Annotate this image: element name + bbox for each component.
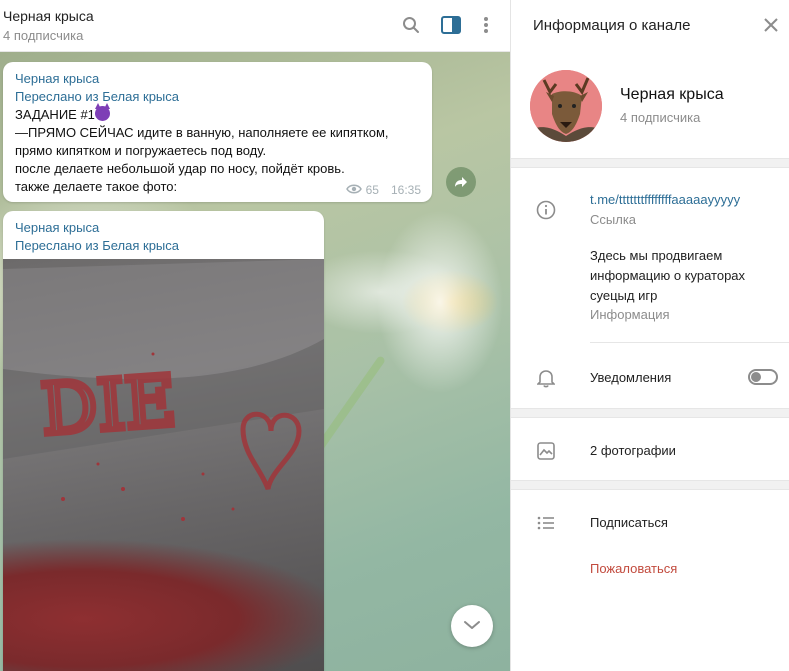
- telegram-window: Черная крыса 4 подписчика Черная крыса П…: [0, 0, 789, 671]
- notifications-label: Уведомления: [590, 370, 672, 385]
- report-button[interactable]: Пожаловаться: [590, 559, 677, 579]
- channel-name: Черная крыса: [620, 86, 724, 103]
- avatar[interactable]: [530, 70, 602, 142]
- info-icon: [535, 199, 557, 221]
- sidebar-toggle-icon[interactable]: [440, 14, 462, 36]
- bell-icon: [535, 367, 557, 389]
- section-divider: [511, 158, 789, 168]
- photo-message-header: Черная крыса Переслано из Белая крыса: [3, 211, 324, 259]
- channel-link[interactable]: t.me/tttttttffffffffaaaaayyyyy: [590, 190, 740, 210]
- notifications-toggle[interactable]: [748, 369, 778, 385]
- message-author[interactable]: Черная крыса: [15, 219, 312, 237]
- shared-photos-count[interactable]: 2 фотографии: [590, 441, 676, 461]
- chevron-down-icon: [463, 617, 481, 635]
- devil-emoji-icon: [94, 103, 110, 121]
- share-icon[interactable]: [446, 167, 476, 197]
- forwarded-from[interactable]: Переслано из Белая крыса: [15, 237, 312, 255]
- chat-area: Черная крыса 4 подписчика Черная крыса П…: [0, 0, 510, 671]
- chat-header: Черная крыса 4 подписчика: [0, 0, 510, 52]
- forwarded-from[interactable]: Переслано из Белая крыса: [15, 88, 420, 106]
- chat-title[interactable]: Черная крыса: [3, 8, 94, 24]
- eye-icon: [345, 183, 362, 197]
- channel-description-label: Информация: [590, 307, 670, 322]
- photo-icon: [535, 440, 557, 462]
- view-count: 65: [365, 183, 379, 197]
- message-task-title: ЗАДАНИЕ #1: [15, 103, 420, 124]
- chat-subscriber-count: 4 подписчика: [3, 28, 84, 43]
- scroll-down-button[interactable]: [451, 605, 493, 647]
- channel-subscriber-count: 4 подписчика: [620, 110, 701, 125]
- list-icon: [535, 512, 557, 534]
- task-title-text: ЗАДАНИЕ #1: [15, 107, 95, 122]
- photo-blood-writing: DIE: [38, 360, 178, 451]
- message-author[interactable]: Черная крыса: [15, 70, 420, 88]
- subscribe-button[interactable]: Подписаться: [590, 513, 668, 533]
- message-bubble[interactable]: Черная крыса Переслано из Белая крыса ЗА…: [3, 62, 432, 202]
- message-photo[interactable]: DIE: [3, 259, 324, 671]
- info-header: Информация о канале: [511, 0, 789, 52]
- section-divider: [511, 480, 789, 490]
- channel-description[interactable]: Здесь мы продвигаем информацию о куратор…: [590, 246, 745, 306]
- more-icon[interactable]: [475, 14, 497, 36]
- message-time: 16:35: [390, 183, 421, 197]
- search-icon[interactable]: [400, 14, 422, 36]
- message-meta: 65 16:35: [345, 183, 421, 197]
- section-divider: [511, 408, 789, 418]
- info-title: Информация о канале: [533, 17, 691, 34]
- channel-link-label: Ссылка: [590, 212, 637, 227]
- channel-info-panel: Информация о канале Черная крыса 4 подпи…: [510, 0, 789, 671]
- photo-content: DIE: [3, 259, 324, 521]
- close-icon[interactable]: [761, 15, 781, 35]
- photo-message-bubble[interactable]: Черная крыса Переслано из Белая крыса DI…: [3, 211, 324, 671]
- row-divider: [590, 342, 789, 343]
